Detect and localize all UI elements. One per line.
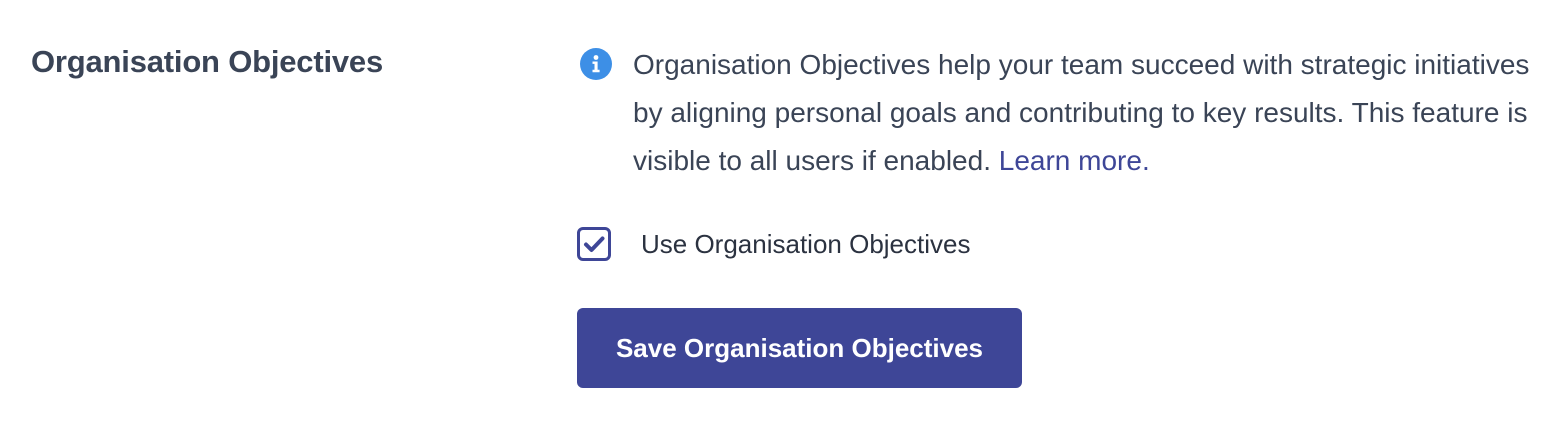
- info-icon: [580, 48, 612, 80]
- checkmark-icon: [584, 236, 605, 252]
- section-title: Organisation Objectives: [31, 44, 384, 79]
- learn-more-link[interactable]: Learn more.: [999, 145, 1150, 176]
- save-objectives-button[interactable]: Save Organisation Objectives: [577, 308, 1022, 388]
- use-objectives-checkbox[interactable]: [577, 227, 611, 261]
- info-text: Organisation Objectives help your team s…: [633, 41, 1548, 185]
- use-objectives-option[interactable]: Use Organisation Objectives: [577, 224, 970, 264]
- checkbox-label: Use Organisation Objectives: [641, 228, 971, 259]
